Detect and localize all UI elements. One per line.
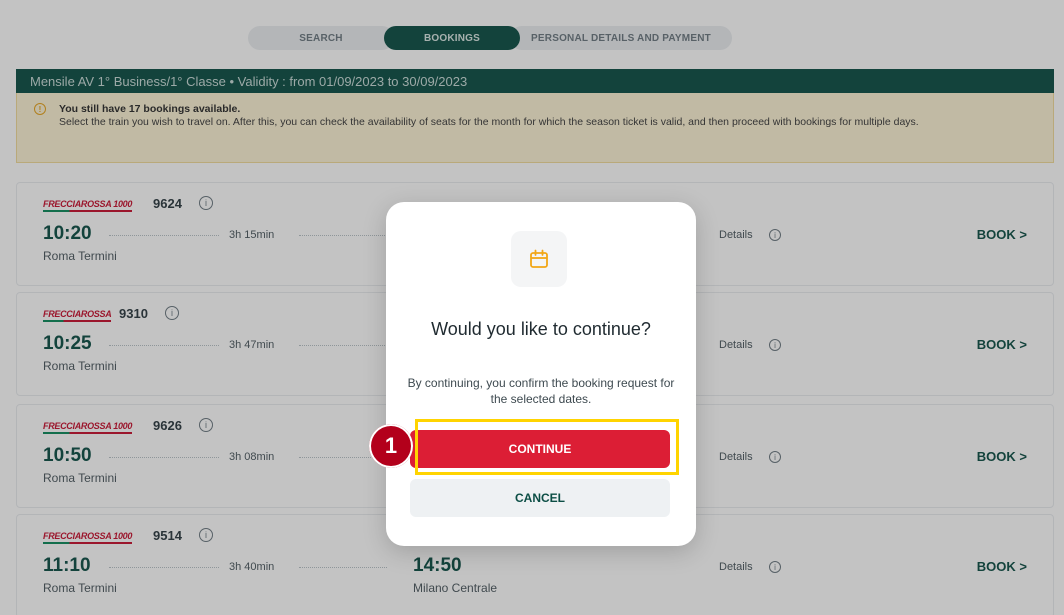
dialog-message: By continuing, you confirm the booking r… — [407, 376, 675, 406]
cancel-button[interactable]: CANCEL — [410, 479, 670, 517]
dialog-title: Would you like to continue? — [431, 319, 651, 339]
calendar-icon — [511, 231, 567, 287]
step-number-badge: 1 — [369, 424, 413, 468]
highlight-box — [415, 419, 679, 475]
confirm-dialog: Would you like to continue? By continuin… — [386, 202, 696, 546]
